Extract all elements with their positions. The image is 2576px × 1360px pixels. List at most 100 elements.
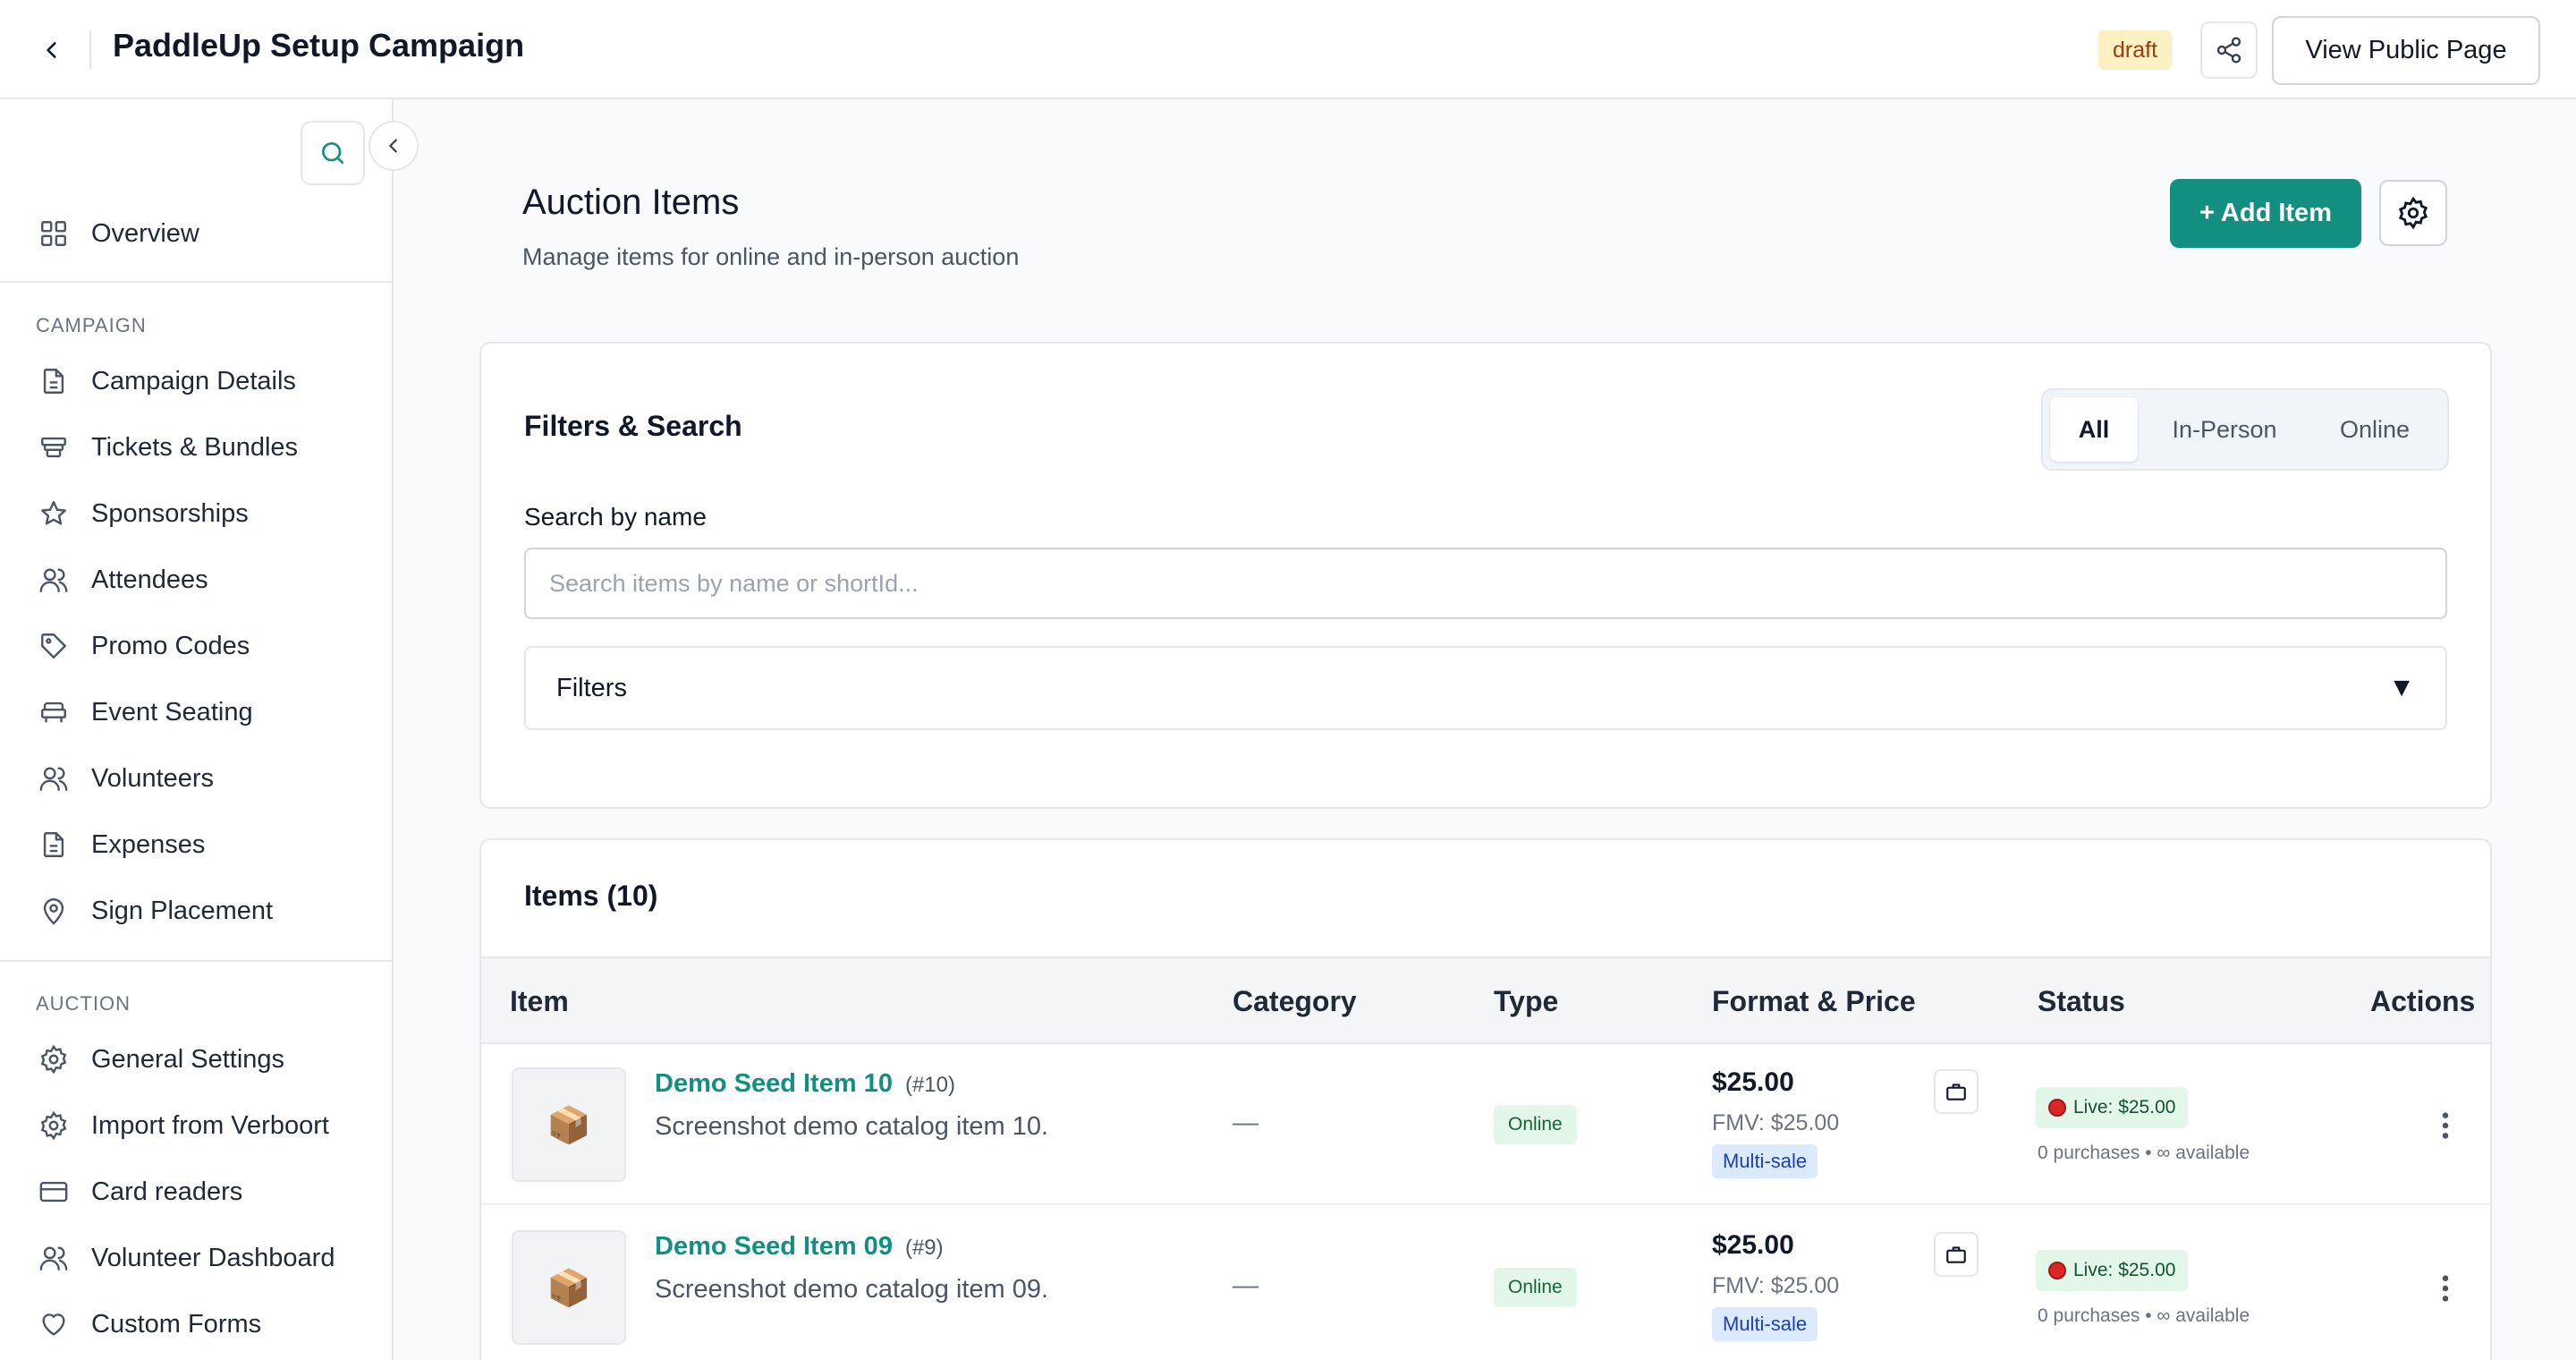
heart-icon bbox=[36, 1306, 72, 1342]
gear-icon bbox=[36, 1041, 72, 1077]
status-badge: draft bbox=[2098, 30, 2173, 70]
filters-accordion-label: Filters bbox=[556, 673, 627, 702]
sidebar-item-label: Tickets & Bundles bbox=[91, 432, 299, 462]
segment-online[interactable]: Online bbox=[2309, 397, 2440, 462]
segment-in-person[interactable]: In-Person bbox=[2148, 397, 2301, 462]
credit-card-icon bbox=[36, 1174, 72, 1210]
item-fmv: FMV: $25.00 bbox=[1712, 1273, 1840, 1298]
sidebar-section-auction: AUCTION bbox=[36, 992, 131, 1015]
auction-settings-button[interactable] bbox=[2379, 180, 2447, 246]
segment-all[interactable]: All bbox=[2050, 397, 2138, 462]
sidebar-item-tickets-bundles[interactable]: Tickets & Bundles bbox=[36, 421, 376, 474]
sidebar-item-volunteers[interactable]: Volunteers bbox=[36, 752, 376, 805]
live-dot-icon bbox=[2048, 1262, 2066, 1279]
sidebar: Overview CAMPAIGN Campaign Details Ticke… bbox=[0, 99, 419, 1360]
users-icon bbox=[36, 562, 72, 598]
sidebar-item-label: Expenses bbox=[91, 829, 206, 859]
sidebar-item-volunteer-dashboard[interactable]: Volunteer Dashboard bbox=[36, 1231, 376, 1285]
sidebar-item-label: Card readers bbox=[91, 1177, 243, 1206]
status-badge: Live: $25.00 bbox=[2036, 1087, 2189, 1128]
sidebar-item-promo-codes[interactable]: Promo Codes bbox=[36, 619, 376, 673]
item-thumbnail: 📦 bbox=[512, 1067, 626, 1182]
share-icon bbox=[2216, 37, 2241, 64]
search-icon bbox=[322, 142, 343, 164]
row-actions-button[interactable] bbox=[2428, 1266, 2463, 1311]
ticket-icon bbox=[36, 429, 72, 465]
top-bar: PaddleUp Setup Campaign draft View Publi… bbox=[0, 0, 2576, 99]
sidebar-item-campaign-details[interactable]: Campaign Details bbox=[36, 354, 376, 408]
sidebar-item-import-from-verboort[interactable]: Import from Verboort bbox=[36, 1099, 376, 1152]
armchair-icon bbox=[36, 694, 72, 730]
sidebar-item-label: Campaign Details bbox=[91, 366, 296, 395]
sidebar-item-attendees[interactable]: Attendees bbox=[36, 553, 376, 607]
column-header-type[interactable]: Type bbox=[1494, 985, 1558, 1018]
filters-title: Filters & Search bbox=[524, 410, 742, 442]
type-badge: Online bbox=[1494, 1105, 1577, 1144]
filters-card: Filters & Search All In-Person Online Se… bbox=[479, 342, 2492, 809]
sidebar-search-button[interactable] bbox=[301, 121, 365, 185]
sidebar-item-event-seating[interactable]: Event Seating bbox=[36, 685, 376, 739]
sidebar-item-label: Volunteers bbox=[91, 763, 215, 793]
table-row: 📦 Demo Seed Item 09 (#9) Screenshot demo … bbox=[481, 1207, 2490, 1360]
item-name[interactable]: Demo Seed Item 09 bbox=[655, 1232, 893, 1261]
item-category: — bbox=[1233, 1109, 1258, 1137]
sidebar-item-general-settings[interactable]: General Settings bbox=[36, 1033, 376, 1086]
campaign-title: PaddleUp Setup Campaign bbox=[113, 27, 525, 64]
view-public-page-button[interactable]: View Public Page bbox=[2272, 16, 2540, 85]
item-name-link[interactable]: Demo Seed Item 10 (#10) bbox=[655, 1069, 955, 1099]
sidebar-divider bbox=[0, 960, 392, 962]
column-header-item[interactable]: Item bbox=[510, 985, 569, 1018]
collapse-sidebar-button[interactable] bbox=[369, 121, 419, 171]
chevron-left-icon bbox=[389, 139, 397, 153]
item-fmv: FMV: $25.00 bbox=[1712, 1110, 1840, 1135]
row-actions-button[interactable] bbox=[2428, 1103, 2463, 1148]
back-button[interactable] bbox=[32, 32, 72, 68]
search-input[interactable] bbox=[524, 548, 2447, 619]
document-icon bbox=[36, 363, 72, 399]
add-item-button[interactable]: + Add Item bbox=[2170, 179, 2361, 248]
status-text: Live: $25.00 bbox=[2073, 1260, 2176, 1280]
sidebar-item-expenses[interactable]: Expenses bbox=[36, 818, 376, 871]
sidebar-item-sponsorships[interactable]: Sponsorships bbox=[36, 487, 376, 540]
filters-accordion[interactable]: Filters ▼ bbox=[524, 646, 2447, 730]
item-description: Screenshot demo catalog item 09. bbox=[655, 1275, 1049, 1304]
table-header: Item Category Type Format & Price Status… bbox=[481, 956, 2490, 1044]
sidebar-item-sign-placement[interactable]: Sign Placement bbox=[36, 884, 376, 938]
type-badge: Online bbox=[1494, 1268, 1577, 1307]
more-vertical-icon bbox=[2442, 1112, 2449, 1139]
chevron-left-icon bbox=[47, 42, 56, 58]
format-toggle-button[interactable] bbox=[1934, 1069, 1979, 1114]
gear-icon bbox=[2398, 196, 2428, 230]
header-divider bbox=[89, 30, 91, 70]
sidebar-item-label: General Settings bbox=[91, 1044, 285, 1074]
item-name[interactable]: Demo Seed Item 10 bbox=[655, 1069, 893, 1098]
caret-down-icon: ▼ bbox=[2388, 673, 2415, 702]
sidebar-item-label: Event Seating bbox=[91, 697, 253, 727]
column-header-format-price[interactable]: Format & Price bbox=[1712, 985, 1916, 1018]
purchase-summary: 0 purchases • ∞ available bbox=[2038, 1143, 2250, 1163]
users-icon bbox=[36, 1240, 72, 1276]
share-button[interactable] bbox=[2200, 21, 2258, 79]
format-toggle-button[interactable] bbox=[1934, 1232, 1979, 1277]
document-icon bbox=[36, 827, 72, 863]
column-header-category[interactable]: Category bbox=[1233, 985, 1357, 1018]
items-count-title: Items (10) bbox=[524, 880, 658, 912]
purchase-summary: 0 purchases • ∞ available bbox=[2038, 1305, 2250, 1326]
sidebar-item-custom-forms[interactable]: Custom Forms bbox=[36, 1297, 376, 1351]
format-badge: Multi-sale bbox=[1712, 1307, 1818, 1341]
grid-icon bbox=[36, 216, 72, 251]
sidebar-item-label: Custom Forms bbox=[91, 1309, 262, 1339]
item-price: $25.00 bbox=[1712, 1230, 1794, 1260]
sidebar-item-label: Attendees bbox=[91, 565, 208, 594]
sidebar-item-label: Sign Placement bbox=[91, 896, 274, 925]
sidebar-item-overview[interactable]: Overview bbox=[36, 207, 376, 260]
column-header-status[interactable]: Status bbox=[2038, 985, 2125, 1018]
sidebar-section-campaign: CAMPAIGN bbox=[36, 314, 147, 336]
item-description: Screenshot demo catalog item 10. bbox=[655, 1112, 1049, 1141]
item-category: — bbox=[1233, 1271, 1258, 1300]
search-label: Search by name bbox=[524, 503, 707, 531]
tag-icon bbox=[36, 628, 72, 664]
item-name-link[interactable]: Demo Seed Item 09 (#9) bbox=[655, 1232, 944, 1262]
sidebar-item-card-readers[interactable]: Card readers bbox=[36, 1165, 376, 1219]
users-icon bbox=[36, 761, 72, 796]
